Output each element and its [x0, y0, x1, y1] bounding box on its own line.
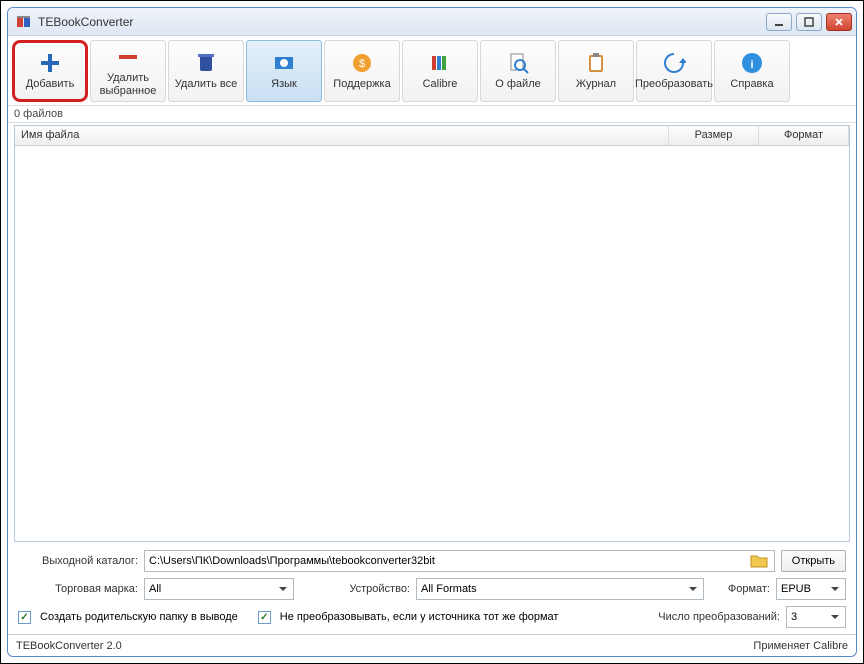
output-dir-label: Выходной каталог: [18, 555, 138, 567]
coin-icon: $ [350, 51, 374, 75]
clipboard-icon [584, 51, 608, 75]
add-button[interactable]: Добавить [12, 40, 88, 102]
books-icon [428, 51, 452, 75]
svg-text:i: i [750, 59, 753, 71]
status-right: Применяет Calibre [753, 640, 848, 652]
calibre-button[interactable]: Calibre [402, 40, 478, 102]
log-button[interactable]: Журнал [558, 40, 634, 102]
create-parent-label: Создать родительскую папку в выводе [40, 611, 238, 623]
remove-all-button[interactable]: Удалить все [168, 40, 244, 102]
device-select[interactable]: All Formats [416, 578, 704, 600]
threads-label: Число преобразований: [658, 611, 780, 623]
close-button[interactable] [826, 13, 852, 31]
format-label: Формат: [710, 583, 770, 595]
convert-button[interactable]: Преобразовать [636, 40, 712, 102]
maximize-button[interactable] [796, 13, 822, 31]
brand-select[interactable]: All [144, 578, 294, 600]
status-left: TEBookConverter 2.0 [16, 640, 122, 652]
browse-folder-icon[interactable] [750, 553, 768, 569]
minus-icon [116, 45, 140, 69]
language-button[interactable]: Язык [246, 40, 322, 102]
column-format[interactable]: Формат [759, 126, 849, 145]
output-dir-input[interactable]: C:\Users\ПК\Downloads\Программы\tebookco… [144, 550, 775, 572]
support-button[interactable]: $ Поддержка [324, 40, 400, 102]
column-size[interactable]: Размер [669, 126, 759, 145]
app-icon [16, 14, 32, 30]
open-button[interactable]: Открыть [781, 550, 846, 572]
file-count: 0 файлов [8, 106, 856, 123]
toolbar: Добавить Удалить выбранное Удалить все Я… [8, 36, 856, 106]
plus-icon [38, 51, 62, 75]
list-body[interactable] [15, 146, 849, 541]
help-button[interactable]: i Справка [714, 40, 790, 102]
statusbar: TEBookConverter 2.0 Применяет Calibre [8, 634, 856, 656]
create-parent-checkbox[interactable] [18, 611, 31, 624]
magnifier-icon [506, 51, 530, 75]
skip-same-label: Не преобразовывать, если у источника тот… [280, 611, 559, 623]
refresh-icon [662, 51, 686, 75]
column-filename[interactable]: Имя файла [15, 126, 669, 145]
window-title: TEBookConverter [38, 15, 766, 29]
list-header: Имя файла Размер Формат [15, 126, 849, 146]
device-label: Устройство: [300, 583, 410, 595]
threads-select[interactable]: 3 [786, 606, 846, 628]
trash-icon [194, 51, 218, 75]
info-icon: i [740, 51, 764, 75]
minimize-button[interactable] [766, 13, 792, 31]
remove-selected-button[interactable]: Удалить выбранное [90, 40, 166, 102]
globe-icon [272, 51, 296, 75]
skip-same-checkbox[interactable] [258, 611, 271, 624]
file-list: Имя файла Размер Формат [14, 125, 850, 542]
about-file-button[interactable]: О файле [480, 40, 556, 102]
titlebar: TEBookConverter [8, 8, 856, 36]
brand-label: Торговая марка: [18, 583, 138, 595]
svg-text:$: $ [359, 58, 365, 70]
format-select[interactable]: EPUB [776, 578, 846, 600]
